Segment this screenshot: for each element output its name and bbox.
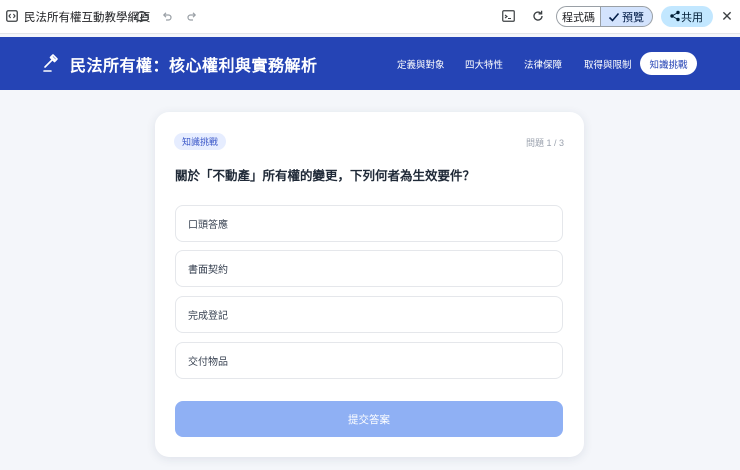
question-text: 關於「不動產」所有權的變更，下列何者為生效要件？ <box>175 169 476 183</box>
code-document-icon <box>6 10 18 22</box>
redo-icon[interactable] <box>184 8 200 24</box>
close-icon[interactable]: ✕ <box>720 8 734 24</box>
share-button[interactable]: 共用 <box>661 6 713 27</box>
question-progress: 問題 1 / 3 <box>525 138 564 148</box>
section-tag: 知識挑戰 <box>174 133 227 150</box>
document-title: 民法所有權互動教學網頁 <box>24 12 151 24</box>
page-title: 民法所有權：核心權利與實務解析 <box>70 58 318 75</box>
nav-knowledge-challenge[interactable]: 知識挑戰 <box>640 52 697 75</box>
share-label: 共用 <box>681 11 703 24</box>
nav-knowledge-challenge-label: 知識挑戰 <box>649 59 688 71</box>
answer-option[interactable]: 口頭答應 <box>175 205 563 242</box>
nav-acquisition-limits[interactable]: 取得與限制 <box>584 57 632 71</box>
console-icon[interactable] <box>500 8 516 24</box>
nav-legal-protection[interactable]: 法律保障 <box>524 57 562 71</box>
submit-answer-button[interactable]: 提交答案 <box>175 401 563 437</box>
answer-option-label: 書面契約 <box>188 265 228 276</box>
share-icon <box>670 10 680 22</box>
code-view-button[interactable]: 程式碼 <box>556 6 600 27</box>
answer-option[interactable]: 交付物品 <box>175 342 563 379</box>
preview-button[interactable]: 預覽 <box>600 6 653 27</box>
answer-option-label: 交付物品 <box>188 357 228 368</box>
page-header: 民法所有權：核心權利與實務解析 定義與對象 四大特性 法律保障 取得與限制 知識… <box>0 37 740 90</box>
checkmark-icon <box>608 12 620 22</box>
app-bar: 民法所有權互動教學網頁 程式碼 預覽 共用 ✕ <box>0 0 740 34</box>
answer-option-label: 完成登記 <box>188 311 228 322</box>
undo-icon[interactable] <box>159 8 175 24</box>
answer-option-label: 口頭答應 <box>188 220 228 231</box>
nav-definition[interactable]: 定義與對象 <box>397 57 445 71</box>
quiz-card: 知識挑戰 問題 1 / 3 關於「不動產」所有權的變更，下列何者為生效要件？ 口… <box>155 112 584 457</box>
answer-option[interactable]: 書面契約 <box>175 250 563 287</box>
code-view-label: 程式碼 <box>562 11 595 24</box>
preview-label: 預覽 <box>622 11 644 24</box>
refresh-icon[interactable] <box>530 8 546 24</box>
nav-four-features[interactable]: 四大特性 <box>465 57 503 71</box>
gavel-icon <box>43 54 58 72</box>
cloud-sync-icon[interactable] <box>134 8 150 24</box>
answer-option[interactable]: 完成登記 <box>175 296 563 333</box>
